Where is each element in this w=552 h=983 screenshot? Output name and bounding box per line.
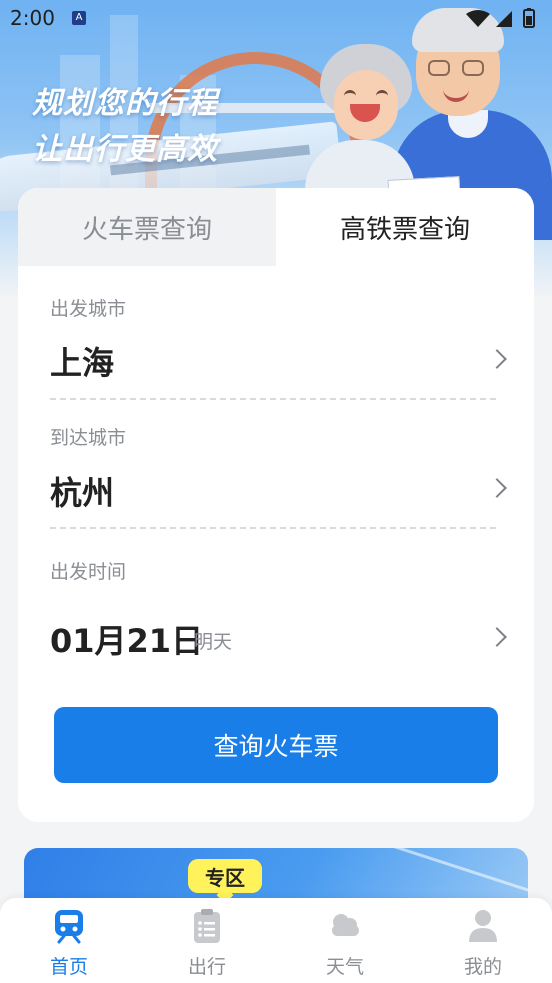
divider bbox=[50, 398, 496, 400]
glasses-lens bbox=[462, 60, 484, 76]
nav-travel[interactable]: 出行 bbox=[162, 908, 252, 978]
date-label: 出发时间 bbox=[50, 561, 127, 583]
nav-home[interactable]: 首页 bbox=[24, 908, 114, 978]
query-train-ticket-button[interactable]: 查询火车票 bbox=[54, 707, 498, 783]
person-icon bbox=[469, 910, 497, 942]
nav-mine-label: 我的 bbox=[463, 956, 502, 978]
nav-weather-label: 天气 bbox=[325, 956, 364, 978]
divider bbox=[50, 527, 496, 529]
status-time: 2:00 bbox=[10, 6, 55, 30]
woman-eye bbox=[376, 90, 388, 99]
light-streak bbox=[328, 848, 528, 895]
nav-home-label: 首页 bbox=[49, 956, 88, 978]
status-bar: 2:00 A bbox=[0, 0, 552, 36]
train-icon bbox=[55, 910, 83, 944]
bottom-nav: 首页 出行 天气 我的 bbox=[0, 898, 552, 983]
ticket-search-card: 火车票查询 高铁票查询 出发城市 上海 到达城市 杭州 出发时间 01月21日 … bbox=[18, 188, 534, 822]
tab-bar: 火车票查询 高铁票查询 bbox=[18, 188, 534, 266]
zone-badge: 专区 bbox=[188, 859, 262, 893]
tab-high-speed-ticket[interactable]: 高铁票查询 bbox=[276, 188, 534, 266]
system-status-icons bbox=[466, 8, 535, 28]
departure-city-value: 上海 bbox=[50, 344, 115, 382]
arrival-label: 到达城市 bbox=[50, 427, 127, 449]
departure-label: 出发城市 bbox=[50, 298, 127, 320]
date-value: 01月21日 bbox=[50, 622, 204, 660]
nav-travel-label: 出行 bbox=[187, 956, 226, 978]
notification-app-icon: A bbox=[72, 11, 86, 25]
nav-weather[interactable]: 天气 bbox=[300, 908, 390, 978]
tab-train-ticket[interactable]: 火车票查询 bbox=[18, 188, 276, 266]
hero-slogan-line2: 让出行更高效 bbox=[32, 132, 218, 167]
cloud-icon bbox=[332, 914, 359, 936]
wifi-icon bbox=[466, 10, 490, 27]
date-relative-day: 明天 bbox=[194, 631, 233, 653]
woman-eye bbox=[344, 90, 356, 99]
arrival-city-value: 杭州 bbox=[50, 474, 115, 512]
glasses-lens bbox=[428, 60, 450, 76]
nav-mine[interactable]: 我的 bbox=[438, 908, 528, 978]
signal-icon bbox=[496, 11, 512, 27]
hero-slogan-line1: 规划您的行程 bbox=[32, 86, 218, 121]
clipboard-icon bbox=[194, 909, 220, 943]
